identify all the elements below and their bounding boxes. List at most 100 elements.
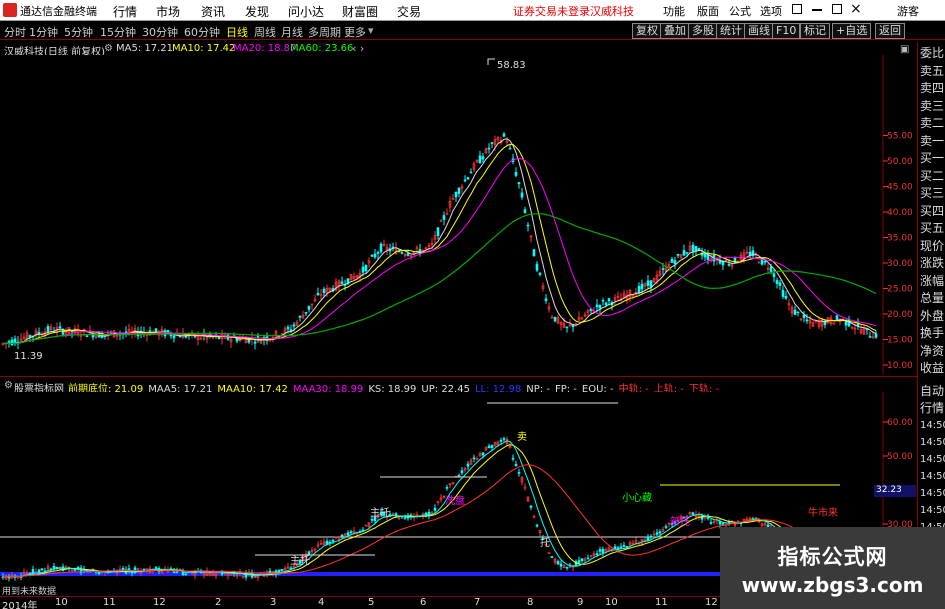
tick-time: 14:50 xyxy=(920,488,945,499)
menu-market[interactable]: 市场 xyxy=(156,3,180,20)
annotation-main-support-2: 主托 xyxy=(290,556,310,567)
candle-body xyxy=(28,335,32,338)
candle-body xyxy=(637,286,641,294)
ind-candle-body xyxy=(121,568,125,571)
quote-field-label: 买二 xyxy=(920,168,945,183)
ind-candle-body xyxy=(622,545,626,547)
tab-monthly[interactable]: 月线 xyxy=(281,24,303,40)
candle-body xyxy=(856,323,860,327)
ma20-value: MA20: 18.87 xyxy=(233,43,297,54)
period-toolbar: 分时 1分钟 5分钟 15分钟 30分钟 60分钟 日线 周线 月线 多周期 更… xyxy=(0,22,945,40)
price-tick-label: 20.00 xyxy=(887,310,913,320)
back-button[interactable]: 返回 xyxy=(875,23,905,39)
ind-candle-body xyxy=(580,558,584,562)
maximize-icon[interactable] xyxy=(832,4,842,14)
candle-body xyxy=(406,253,410,256)
menu-quotes[interactable]: 行情 xyxy=(113,3,137,20)
tick-time: 14:50 xyxy=(920,437,945,448)
tab-30min[interactable]: 30分钟 xyxy=(142,24,178,40)
add-watchlist-button[interactable]: +自选 xyxy=(832,23,872,39)
adjust-button[interactable]: 复权 xyxy=(632,23,662,39)
guest-button[interactable]: 游客 xyxy=(897,3,919,19)
quote-field-label: 买三 xyxy=(920,186,945,200)
annotation-careful: 小心藏 xyxy=(622,493,652,504)
close-icon[interactable]: × xyxy=(850,1,862,17)
menu-wealth[interactable]: 财富圈 xyxy=(342,3,378,20)
candle-body xyxy=(682,250,686,256)
ind-candle-body xyxy=(325,540,329,545)
indicator-settings-icon[interactable]: ⚙ xyxy=(4,380,13,391)
price-tick-label: 10.00 xyxy=(887,361,913,371)
f10-button[interactable]: F10 xyxy=(772,23,801,39)
ind-candle-body xyxy=(460,470,464,473)
settings-gear-icon[interactable]: ⚙ xyxy=(104,43,113,54)
candle-body xyxy=(370,255,374,257)
menu-news[interactable]: 资讯 xyxy=(201,3,225,20)
price-tick-label: 25.00 xyxy=(887,285,913,295)
tab-1min[interactable]: 1分钟 xyxy=(29,24,58,40)
tab-intraday[interactable]: 分时 xyxy=(4,24,26,40)
mark-button[interactable]: 标记 xyxy=(800,23,830,39)
quote-field-label: 涨幅 xyxy=(920,273,945,288)
menu-function[interactable]: 功能 xyxy=(663,3,685,19)
ind-candle-body xyxy=(346,532,350,536)
candle-body xyxy=(481,156,485,160)
price-tick-label: 45.00 xyxy=(887,183,913,193)
draw-line-button[interactable]: 画线 xyxy=(744,23,774,39)
menu-trade[interactable]: 交易 xyxy=(397,3,421,20)
candle-body xyxy=(595,304,599,308)
multi-stock-button[interactable]: 多股 xyxy=(688,23,718,39)
candle-body xyxy=(649,280,653,288)
ind-candle-body xyxy=(472,457,476,460)
ind-candle-body xyxy=(370,519,374,521)
date-tick: 9 xyxy=(577,597,584,608)
tab-5min[interactable]: 5分钟 xyxy=(64,24,93,40)
menu-discover[interactable]: 发现 xyxy=(245,3,269,20)
candle-body xyxy=(526,224,530,227)
restore-window-icon[interactable] xyxy=(792,4,802,14)
login-warning[interactable]: 证券交易未登录 xyxy=(513,3,590,19)
tab-15min[interactable]: 15分钟 xyxy=(100,24,136,40)
ind-candle-body xyxy=(691,512,695,515)
candle-body xyxy=(874,333,878,338)
tab-weekly[interactable]: 周线 xyxy=(254,24,276,40)
main-candlestick-chart[interactable]: 55.00 50.00 45.00 40.00 35.00 30.00 25.00 20.00… xyxy=(0,55,917,375)
ind-candle-body xyxy=(340,534,344,537)
candle-body xyxy=(487,147,491,150)
menu-options[interactable]: 选项 xyxy=(760,3,782,19)
candle-body xyxy=(376,252,380,254)
ma10-value: MA10: 17.42 xyxy=(172,43,236,54)
quote-field-label: 卖一 xyxy=(920,133,945,148)
candle-body xyxy=(604,302,608,306)
ind-candle-body xyxy=(550,556,554,558)
tab-multi-period[interactable]: 多周期 xyxy=(308,24,341,40)
menu-layout[interactable]: 版面 xyxy=(697,3,719,19)
quote-field-label: 卖二 xyxy=(920,116,945,130)
watermark-title: 指标公式网 xyxy=(777,545,888,569)
statistics-button[interactable]: 统计 xyxy=(716,23,746,39)
ma60-value: MA60: 23.66 xyxy=(290,43,354,54)
menu-formula[interactable]: 公式 xyxy=(729,3,751,19)
ind-candle-body xyxy=(490,445,494,448)
panel-toggle-icon[interactable]: ▣ xyxy=(900,44,909,55)
candle-body xyxy=(154,328,158,333)
tab-more[interactable]: 更多 xyxy=(344,24,366,40)
annotation-support: 托 xyxy=(540,538,550,549)
candle-body xyxy=(697,248,701,251)
minimize-icon[interactable] xyxy=(812,9,822,11)
app-title: 通达信金融终端 xyxy=(20,5,97,18)
ind-candle-body xyxy=(709,522,713,524)
tab-daily[interactable]: 日线 xyxy=(226,24,248,40)
candle-body xyxy=(373,253,377,258)
quote-field-label: 换手 xyxy=(920,326,945,340)
candle-body xyxy=(523,209,527,213)
candle-body xyxy=(457,187,461,194)
overlay-button[interactable]: 叠加 xyxy=(660,23,690,39)
more-dropdown-icon[interactable]: ▾ xyxy=(368,24,374,37)
date-tick: 2 xyxy=(215,597,222,608)
ind-candle-body xyxy=(403,516,407,519)
tab-60min[interactable]: 60分钟 xyxy=(184,24,220,40)
expand-arrows-icon[interactable]: ‹ › xyxy=(352,42,364,55)
candle-body xyxy=(478,155,482,164)
menu-ask[interactable]: 问小达 xyxy=(288,3,324,20)
